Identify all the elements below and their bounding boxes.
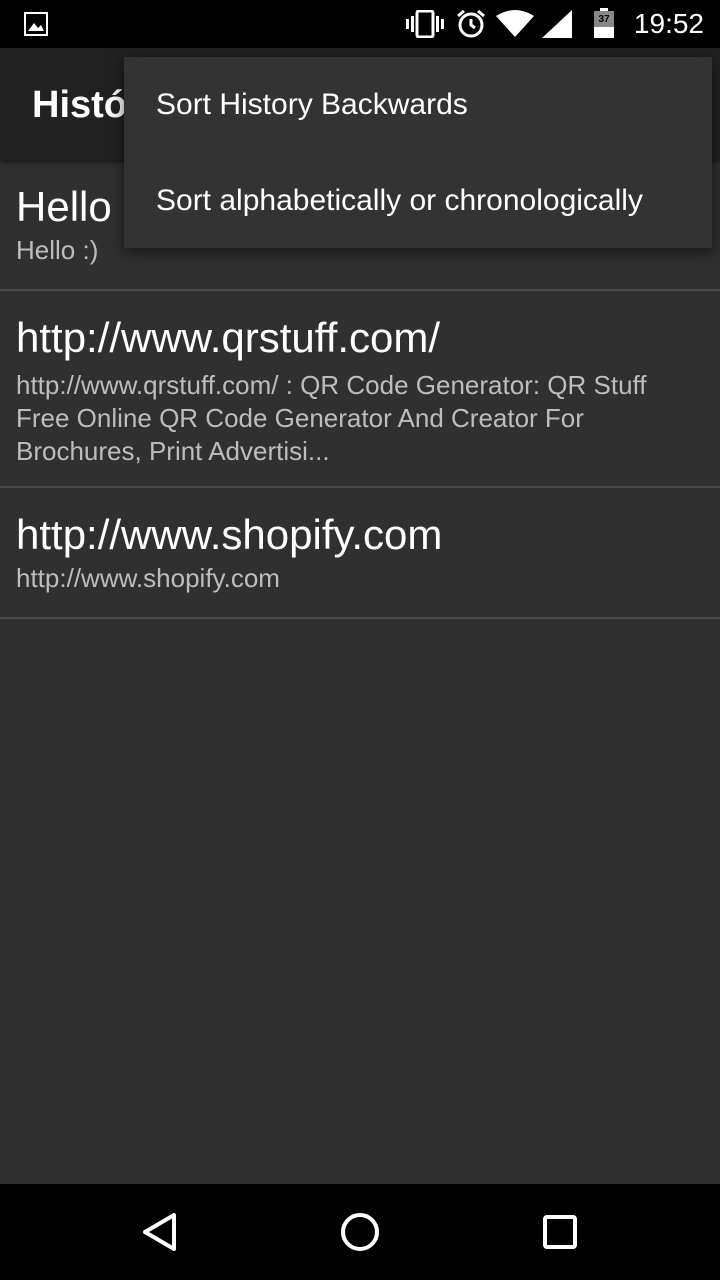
home-icon[interactable]	[336, 1208, 384, 1256]
navigation-bar	[0, 1184, 720, 1280]
history-item-title: http://www.shopify.com	[16, 511, 443, 558]
history-item-subtitle: http://www.shopify.com	[16, 563, 280, 593]
history-item-qrstuff[interactable]: http://www.qrstuff.com/ http://www.qrstu…	[0, 291, 720, 488]
history-item-subtitle: http://www.qrstuff.com/ : QR Code Genera…	[16, 370, 647, 466]
status-bar: 37 19:52	[0, 0, 720, 48]
menu-item-sort-history-backwards[interactable]: Sort History Backwards	[124, 57, 712, 153]
clock: 19:52	[633, 8, 704, 39]
overflow-menu: Sort History Backwards Sort alphabetical…	[124, 57, 712, 248]
history-item-title: http://www.qrstuff.com/	[16, 314, 441, 361]
menu-item-sort-alphabetically-or-chronologically[interactable]: Sort alphabetically or chronologically	[124, 153, 712, 249]
back-icon[interactable]	[136, 1208, 184, 1256]
history-item-shopify[interactable]: http://www.shopify.com http://www.shopif…	[0, 488, 720, 619]
page-title: Histó	[32, 84, 127, 126]
cell-signal-icon	[542, 10, 572, 38]
battery-icon: 37	[594, 8, 614, 38]
image-notification-icon	[24, 12, 48, 36]
recents-icon[interactable]	[536, 1208, 584, 1256]
vibrate-icon	[406, 10, 444, 38]
battery-level: 37	[598, 14, 610, 25]
alarm-icon	[457, 9, 485, 38]
wifi-icon	[496, 10, 534, 37]
